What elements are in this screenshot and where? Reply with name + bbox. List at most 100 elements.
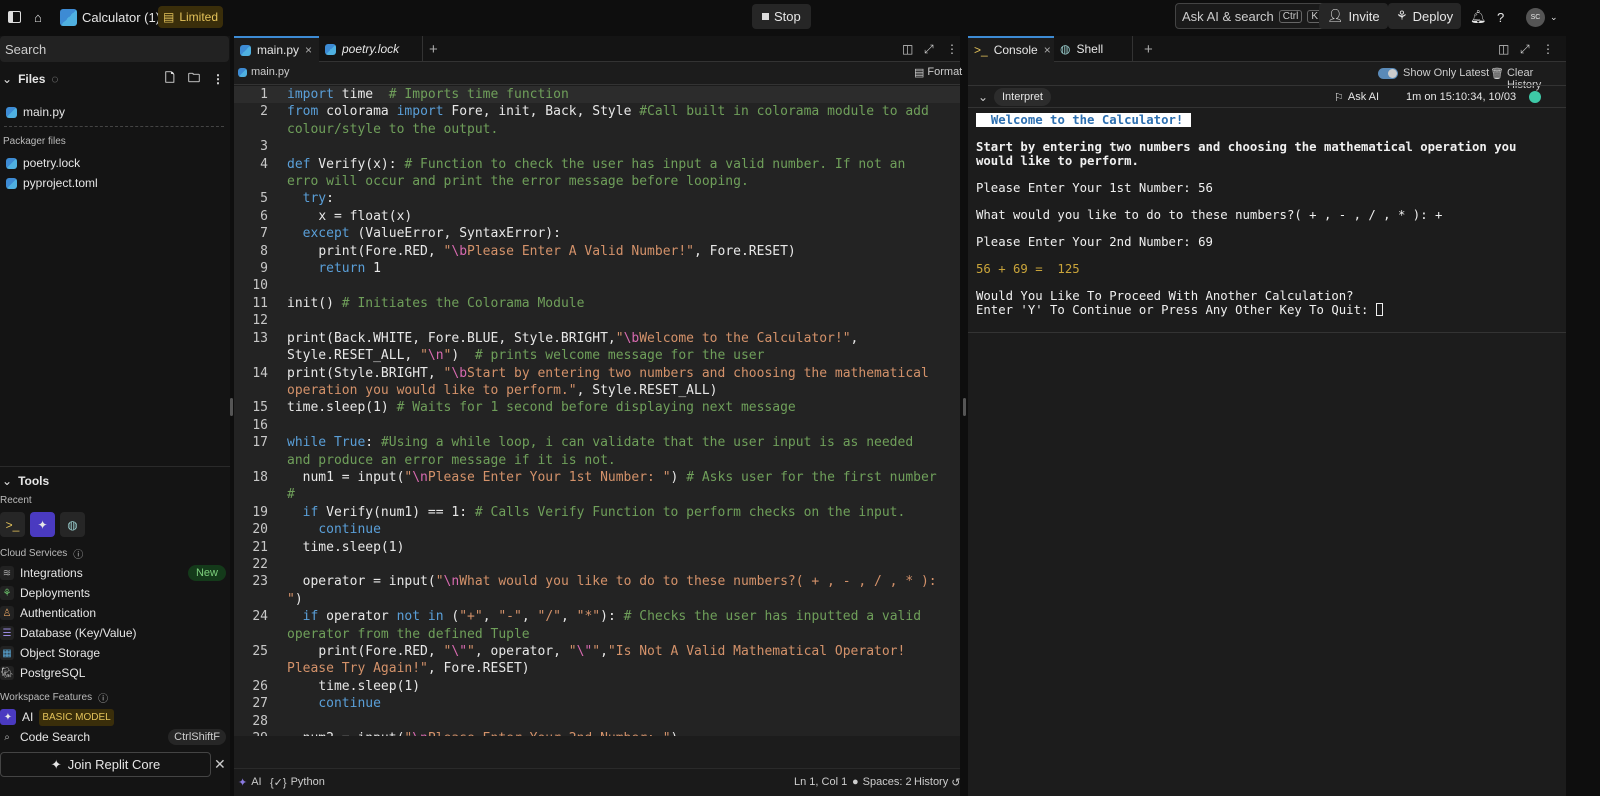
show-only-latest-toggle[interactable]: Show Only Latest [1378, 67, 1489, 79]
deploy-button[interactable]: ⚘ Deploy [1388, 3, 1462, 29]
files-header[interactable]: ⌄ Files ◌ 🗋 🗀 ⋮ [0, 71, 228, 87]
breadcrumb-file[interactable]: main.py [251, 66, 290, 78]
language-status[interactable]: {✓} Python [270, 776, 325, 789]
code-line[interactable]: 29 num2 = input("\nPlease Enter Your 2nd… [234, 730, 960, 736]
code-line[interactable]: 28 ​ [234, 713, 960, 730]
project-menu[interactable]: Calculator (1) [60, 6, 160, 28]
sidebar-item-object-storage[interactable]: ▦ Object Storage [0, 644, 228, 662]
sidebar-item-authentication[interactable]: ♙ Authentication [0, 604, 228, 622]
new-file-icon[interactable]: 🗋 [165, 69, 175, 90]
code-line[interactable]: 4 def Verify(x): # Function to check the … [234, 156, 960, 191]
code-line[interactable]: 18 num1 = input("\nPlease Enter Your 1st… [234, 469, 960, 504]
toggle-switch[interactable] [1378, 67, 1398, 79]
code-line[interactable]: 19 if Verify(num1) == 1: # Calls Verify … [234, 504, 960, 521]
split-icon[interactable]: ◫ [896, 36, 919, 62]
tools-header[interactable]: ⌄ Tools [0, 474, 228, 488]
close-icon[interactable]: × [305, 43, 312, 57]
code-line[interactable]: 2 from colorama import Fore, init, Back, … [234, 103, 960, 138]
ask-ai-search[interactable]: Ask AI & search Ctrl K [1175, 3, 1329, 29]
line-number: 6 [260, 208, 268, 224]
code-line[interactable]: 15 time.sleep(1) # Waits for 1 second bef… [234, 399, 960, 416]
python-icon [238, 67, 247, 77]
divider [234, 84, 960, 85]
code-line[interactable]: 11 init() # Initiates the Colorama Module [234, 295, 960, 312]
invite-button[interactable]: 👤︎ Invite [1319, 3, 1388, 29]
code-line[interactable]: 8 print(Fore.RED, "\bPlease Enter A Vali… [234, 243, 960, 260]
ai-icon[interactable]: ✦ [30, 512, 55, 537]
close-icon[interactable]: × [1044, 43, 1051, 57]
add-tab-button[interactable]: + [423, 36, 444, 62]
avatar[interactable]: SC ⌄ [1526, 6, 1558, 28]
console-output[interactable]: Welcome to the Calculator! Start by ente… [976, 113, 1556, 318]
code-editor[interactable]: 1 import time # Imports time function 2 fro… [234, 86, 960, 736]
tab-console[interactable]: >_ Console × [968, 36, 1054, 62]
resize-handle[interactable] [963, 398, 966, 416]
split-icon[interactable]: ◫ [1492, 36, 1515, 62]
code-line[interactable]: 13 print(Back.WHITE, Fore.BLUE, Style.BRI… [234, 330, 960, 365]
sidebar-item-postgresql[interactable]: 🐘︎ PostgreSQL [0, 664, 228, 682]
code-line[interactable]: 22 ​ [234, 556, 960, 573]
file-main-py[interactable]: main.py [0, 105, 228, 119]
code-token: time.sleep(1) [287, 539, 405, 555]
code-token: \n [427, 348, 444, 364]
sidebar-item-deployments[interactable]: ⚘ Deployments [0, 584, 228, 602]
code-line[interactable]: 20 continue [234, 521, 960, 538]
code-line[interactable]: 7 except (ValueError, SyntaxError): [234, 225, 960, 242]
more-icon[interactable]: ⋮ [940, 36, 964, 62]
code-line[interactable]: 16 ​ [234, 417, 960, 434]
code-line[interactable]: 14 print(Style.BRIGHT, "\bStart by enteri… [234, 365, 960, 400]
cursor-position[interactable]: Ln 1, Col 1 [794, 776, 847, 788]
ask-ai-button[interactable]: ⚐ Ask AI [1334, 91, 1379, 104]
code-line[interactable]: 9 return 1 [234, 260, 960, 277]
close-icon[interactable]: ✕ [214, 756, 226, 773]
help-icon[interactable]: ? [1497, 6, 1504, 28]
code-line[interactable]: 26 time.sleep(1) [234, 678, 960, 695]
bell-icon[interactable]: 🔔︎ [1470, 6, 1487, 28]
stop-button[interactable]: Stop [752, 4, 811, 29]
collapse-chevron-icon[interactable]: ⌄ [978, 90, 988, 104]
plan-badge[interactable]: ▤ Limited [158, 6, 224, 28]
code-line[interactable]: 24 if operator not in ("+", "-", "/", "*… [234, 608, 960, 643]
history-button[interactable]: History ↺ [914, 776, 960, 789]
console-icon[interactable]: >_ [0, 512, 25, 537]
code-line[interactable]: 1 import time # Imports time function [234, 86, 960, 104]
code-line[interactable]: 12 ​ [234, 312, 960, 329]
tab-main-py[interactable]: main.py × [234, 36, 319, 62]
tab-shell[interactable]: ◍ Shell [1054, 36, 1133, 62]
code-line[interactable]: 6 x = float(x) [234, 208, 960, 225]
interpret-button[interactable]: Interpret [994, 88, 1051, 106]
code-token: "*" [576, 609, 601, 625]
more-icon[interactable]: ⋮ [212, 72, 224, 86]
expand-icon[interactable]: ⤢ [918, 36, 940, 62]
code-line[interactable]: 27 continue [234, 695, 960, 712]
code-line[interactable]: 3​ [234, 138, 960, 155]
sidebar-item-code-search[interactable]: ⌕ Code Search CtrlShiftF [0, 728, 228, 746]
workspace-features-label: Workspace Features ⓘ [0, 690, 228, 705]
file-poetry-lock[interactable]: poetry.lock [0, 156, 228, 170]
spaces-setting[interactable]: ● Spaces: 2 [852, 776, 912, 788]
resize-handle[interactable] [230, 398, 233, 416]
add-tab-button[interactable]: + [1138, 36, 1159, 62]
more-icon[interactable]: ⋮ [1536, 36, 1560, 62]
new-folder-icon[interactable]: 🗀 [188, 69, 200, 90]
format-button[interactable]: ▤ Format [914, 66, 962, 79]
code-line[interactable]: 10 ​ [234, 277, 960, 294]
file-pyproject-toml[interactable]: pyproject.toml [0, 176, 228, 190]
sidebar-toggle-icon[interactable] [8, 6, 21, 28]
search-input[interactable]: Search [0, 36, 229, 62]
sidebar-item-ai[interactable]: ✦ AI BASIC MODEL [0, 708, 228, 726]
ai-status[interactable]: ✦ AI [238, 776, 262, 789]
shell-icon[interactable]: ◍ [60, 512, 85, 537]
code-line[interactable]: 25 print(Fore.RED, "\"", operator, "\"",… [234, 643, 960, 678]
code-line[interactable]: 5 try: [234, 190, 960, 207]
expand-icon[interactable]: ⤢ [1514, 36, 1536, 62]
code-line[interactable]: 17 while True: #Using a while loop, i can… [234, 434, 960, 469]
sidebar-item-integrations[interactable]: ≋ Integrations New [0, 564, 228, 582]
code-line[interactable]: 23 operator = input("\nWhat would you li… [234, 573, 960, 608]
home-icon[interactable]: ⌂ [34, 6, 42, 28]
sidebar-item-database[interactable]: ☰ Database (Key/Value) [0, 624, 228, 642]
editor-tabs: main.py × poetry.lock + ◫ ⤢ ⋮ [234, 36, 960, 62]
join-replit-core-button[interactable]: ✦ Join Replit Core [0, 752, 211, 777]
tab-poetry-lock[interactable]: poetry.lock [319, 36, 423, 62]
code-line[interactable]: 21 time.sleep(1) [234, 539, 960, 556]
